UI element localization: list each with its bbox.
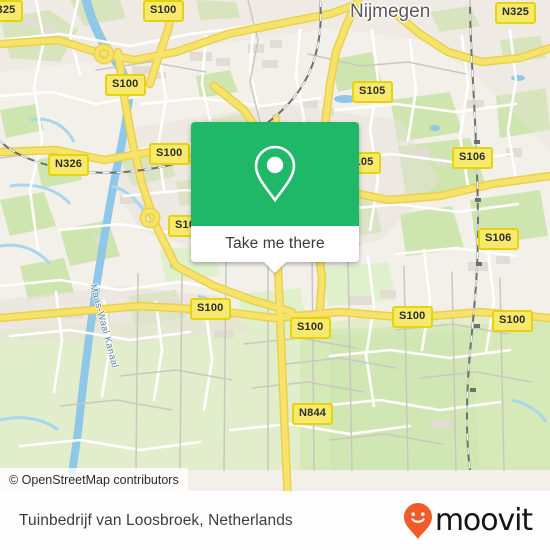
moovit-logo[interactable]: moovit [403, 502, 533, 540]
map-screenshot: Nijmegen Maas-Waal Kanaal S100 S325 N325… [0, 0, 550, 550]
location-title: Tuinbedrijf van Loosbroek, Netherlands [19, 511, 293, 529]
road-shield[interactable]: S325 [0, 0, 23, 22]
take-me-there-button[interactable]: Take me there [191, 226, 359, 262]
callout-icon-panel [191, 122, 359, 226]
road-shield[interactable]: S100 [492, 310, 533, 332]
road-shield[interactable]: N326 [48, 154, 90, 176]
map-canvas[interactable]: Nijmegen Maas-Waal Kanaal S100 S325 N325… [0, 0, 550, 550]
place-label-nijmegen: Nijmegen [350, 1, 431, 22]
road-shield[interactable]: S100 [290, 317, 331, 339]
osm-attribution[interactable]: © OpenStreetMap contributors [0, 468, 188, 491]
moovit-smiley-pin-icon [403, 502, 432, 539]
road-shield[interactable]: S105 [352, 81, 393, 103]
road-shield[interactable]: S100 [105, 74, 146, 96]
road-shield[interactable]: S106 [478, 228, 519, 250]
take-me-there-label: Take me there [225, 235, 325, 252]
footer-bar: Tuinbedrijf van Loosbroek, Netherlands m… [0, 491, 550, 550]
road-shield[interactable]: N325 [495, 2, 537, 24]
road-shield[interactable]: N844 [292, 403, 334, 425]
map-pin-icon [254, 145, 296, 203]
moovit-wordmark: moovit [434, 502, 533, 538]
road-shield[interactable]: S100 [392, 306, 433, 328]
location-callout-card[interactable]: Take me there [191, 122, 359, 273]
road-shield[interactable]: S106 [452, 147, 493, 169]
road-shield[interactable]: S100 [149, 143, 190, 165]
osm-attribution-text: © OpenStreetMap contributors [9, 472, 179, 487]
road-shield[interactable]: S100 [143, 0, 184, 22]
road-shield[interactable]: S100 [190, 298, 231, 320]
callout-pointer-tail [264, 262, 286, 273]
